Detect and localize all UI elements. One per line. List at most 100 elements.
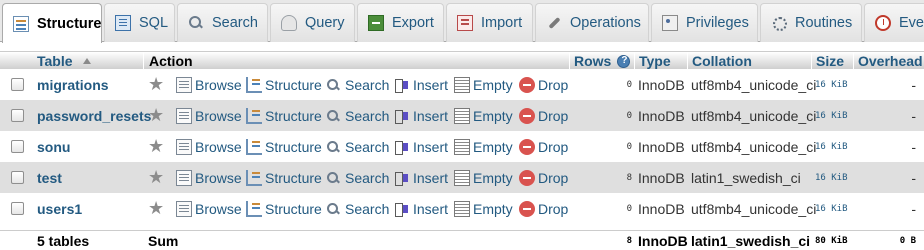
browse-action-link[interactable]: Browse — [176, 131, 242, 162]
browse-action-link[interactable]: Browse — [176, 100, 242, 131]
browse-action-link[interactable]: Browse — [176, 193, 242, 224]
table-header-row: Table Action Rows Type Collation Size Ov… — [0, 51, 924, 71]
search-action-link[interactable]: Search — [326, 69, 389, 100]
search-label: Search — [345, 107, 390, 124]
empty-action-link[interactable]: Empty — [454, 100, 513, 131]
footer-table-count: 5 tables — [37, 232, 90, 249]
drop-label: Drop — [538, 138, 569, 155]
structure-action-link[interactable]: Structure — [246, 162, 322, 193]
favorite-star-icon[interactable] — [148, 162, 164, 193]
structure-icon — [246, 76, 262, 93]
favorite-star-icon[interactable] — [148, 131, 164, 162]
column-header-rows[interactable]: Rows — [569, 52, 631, 70]
drop-action-link[interactable]: Drop — [519, 69, 568, 100]
table-size-link[interactable]: 16 KiB — [815, 69, 848, 100]
tab-routines[interactable]: Routines — [760, 3, 862, 42]
privileges-icon — [662, 15, 678, 31]
column-header-collation[interactable]: Collation — [687, 52, 752, 70]
drop-action-link[interactable]: Drop — [519, 162, 568, 193]
search-action-link[interactable]: Search — [326, 100, 389, 131]
favorite-star-icon[interactable] — [148, 100, 164, 131]
insert-action-link[interactable]: Insert — [394, 162, 448, 193]
insert-action-link[interactable]: Insert — [394, 100, 448, 131]
column-header-table[interactable]: Table — [37, 52, 91, 70]
table-size-link[interactable]: 16 KiB — [815, 162, 848, 193]
browse-icon — [176, 107, 192, 124]
row-checkbox-cell — [11, 193, 24, 224]
search-action-link[interactable]: Search — [326, 131, 389, 162]
help-icon[interactable] — [617, 54, 631, 68]
footer-rows-total: 8 — [626, 235, 632, 246]
favorite-star-icon[interactable] — [148, 193, 164, 224]
search-action-link[interactable]: Search — [326, 162, 389, 193]
row-checkbox[interactable] — [11, 202, 24, 215]
empty-action-link[interactable]: Empty — [454, 193, 513, 224]
drop-action-link[interactable]: Drop — [519, 100, 568, 131]
tab-label: Search — [212, 15, 258, 31]
row-checkbox[interactable] — [11, 140, 24, 153]
tab-search[interactable]: Search — [177, 3, 268, 42]
table-name-link[interactable]: password_resets — [37, 100, 151, 131]
table-name-link[interactable]: sonu — [37, 131, 70, 162]
drop-action-link[interactable]: Drop — [519, 131, 568, 162]
favorite-star-icon[interactable] — [148, 69, 164, 100]
drop-label: Drop — [538, 107, 569, 124]
structure-icon — [246, 138, 262, 155]
empty-label: Empty — [473, 169, 513, 186]
tab-privileges[interactable]: Privileges — [651, 3, 758, 42]
storage-engine: InnoDB — [638, 138, 685, 155]
table-name-link[interactable]: users1 — [37, 193, 82, 224]
drop-icon — [519, 107, 535, 124]
tab-events[interactable]: Eve — [864, 3, 924, 42]
search-action-link[interactable]: Search — [326, 193, 389, 224]
row-checkbox[interactable] — [11, 171, 24, 184]
table-name-link[interactable]: migrations — [37, 69, 109, 100]
table-size-link[interactable]: 16 KiB — [815, 131, 848, 162]
insert-action-link[interactable]: Insert — [394, 193, 448, 224]
tab-structure[interactable]: Structure — [2, 3, 102, 43]
row-checkbox-cell — [11, 100, 24, 131]
tab-operations[interactable]: Operations — [535, 3, 649, 42]
insert-action-link[interactable]: Insert — [394, 131, 448, 162]
tab-sql[interactable]: SQL — [104, 3, 175, 42]
drop-action-link[interactable]: Drop — [519, 193, 568, 224]
table-size-link[interactable]: 16 KiB — [815, 100, 848, 131]
structure-action-link[interactable]: Structure — [246, 100, 322, 131]
insert-action-link[interactable]: Insert — [394, 69, 448, 100]
table-size-link[interactable]: 16 KiB — [815, 193, 848, 224]
query-icon — [281, 15, 297, 31]
browse-action-link[interactable]: Browse — [176, 162, 242, 193]
insert-icon — [394, 201, 410, 217]
empty-action-link[interactable]: Empty — [454, 162, 513, 193]
search-label: Search — [345, 169, 390, 186]
column-header-overhead[interactable]: Overhead — [853, 52, 923, 70]
row-checkbox-cell — [11, 131, 24, 162]
tab-import[interactable]: Import — [446, 3, 533, 42]
row-checkbox[interactable] — [11, 78, 24, 91]
structure-action-link[interactable]: Structure — [246, 131, 322, 162]
drop-label: Drop — [538, 169, 569, 186]
table-name-link[interactable]: test — [37, 162, 62, 193]
events-icon — [875, 15, 891, 31]
empty-action-link[interactable]: Empty — [454, 69, 513, 100]
browse-action-link[interactable]: Browse — [176, 69, 242, 100]
row-checkbox[interactable] — [11, 109, 24, 122]
tab-query[interactable]: Query — [270, 3, 355, 42]
tab-label: Export — [392, 15, 434, 31]
empty-label: Empty — [473, 138, 513, 155]
tab-label: Import — [481, 15, 523, 31]
structure-label: Structure — [265, 169, 322, 186]
row-count: 0 — [626, 141, 632, 152]
structure-action-link[interactable]: Structure — [246, 193, 322, 224]
empty-action-link[interactable]: Empty — [454, 131, 513, 162]
drop-label: Drop — [538, 76, 569, 93]
column-header-type[interactable]: Type — [634, 52, 671, 70]
row-count: 8 — [626, 172, 632, 183]
browse-icon — [176, 200, 192, 217]
insert-label: Insert — [413, 200, 449, 217]
structure-action-link[interactable]: Structure — [246, 69, 322, 100]
browse-icon — [176, 138, 192, 155]
tab-export[interactable]: Export — [357, 3, 444, 42]
browse-icon — [176, 169, 192, 186]
column-header-size[interactable]: Size — [811, 52, 844, 70]
